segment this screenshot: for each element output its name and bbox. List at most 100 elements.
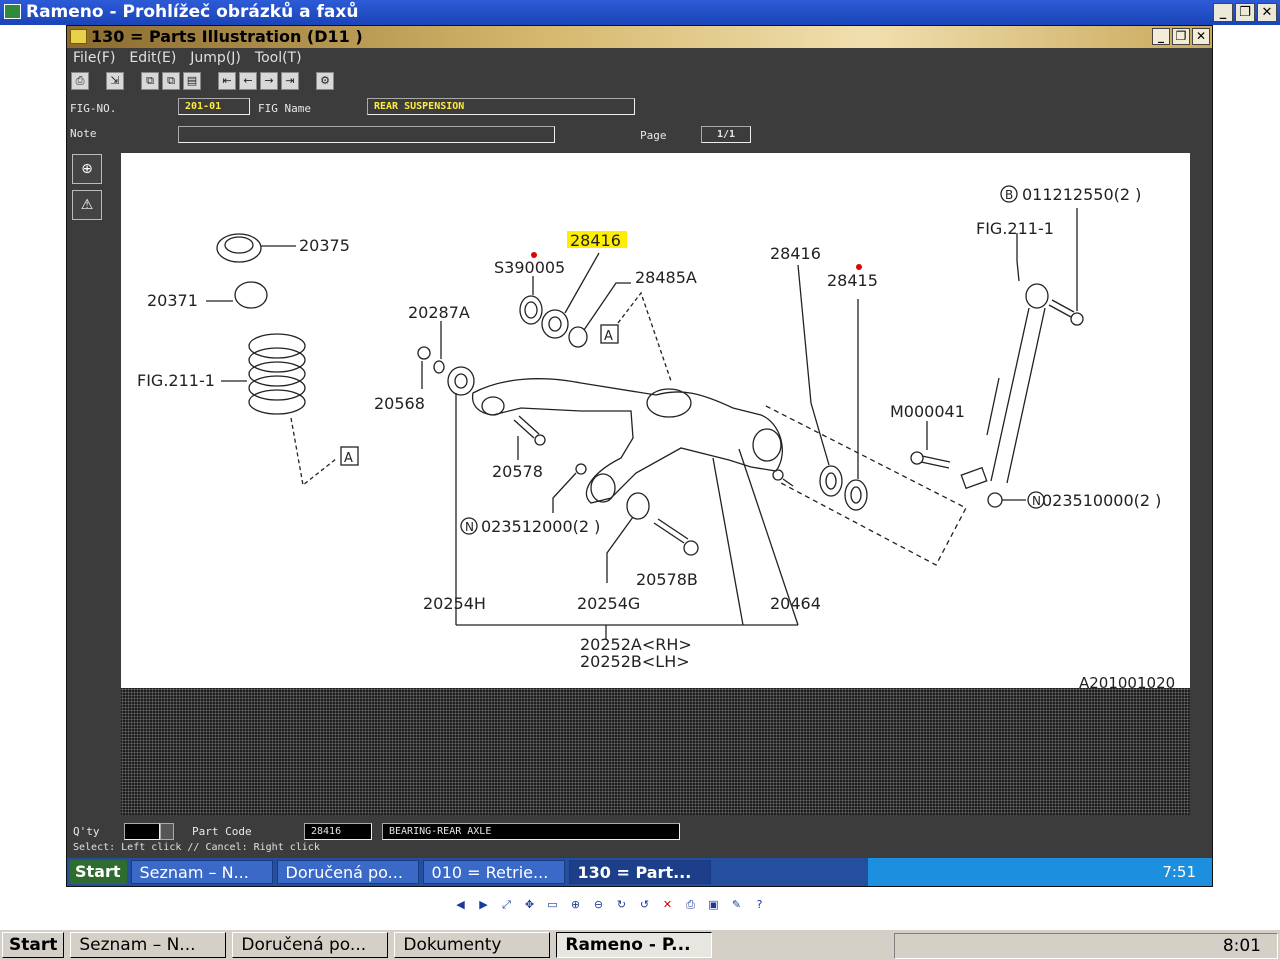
zoom-in-viewer-icon[interactable]: ⊕ (567, 896, 584, 913)
inner-start-button[interactable]: Start (69, 860, 127, 884)
menu-file[interactable]: File(F) (73, 48, 115, 68)
collar-28485a[interactable] (568, 282, 631, 348)
label-20254h[interactable]: 20254H (423, 594, 486, 613)
task-rameno[interactable]: Rameno - P... (556, 932, 713, 958)
label-023512000[interactable]: 023512000(2 ) (481, 517, 600, 536)
close-button[interactable]: ✕ (1257, 3, 1277, 22)
image-viewer-icon (4, 4, 21, 19)
label-023510000[interactable]: 023510000(2 ) (1042, 491, 1161, 510)
system-tray: 8:01 (894, 933, 1278, 959)
page-field: 1/1 (701, 126, 751, 143)
spring-seat-part[interactable] (216, 233, 296, 263)
nut-023512000[interactable] (552, 463, 587, 513)
task-seznam[interactable]: Seznam – N... (70, 932, 227, 958)
label-20371[interactable]: 20371 (147, 291, 198, 310)
washer-20287a[interactable] (433, 321, 445, 374)
label-m000041[interactable]: M000041 (890, 402, 965, 421)
task-dokumenty[interactable]: Dokumenty (394, 932, 551, 958)
start-button[interactable]: Start (2, 932, 65, 958)
label-20375[interactable]: 20375 (299, 236, 350, 255)
print-icon[interactable]: ⎙ (71, 72, 89, 90)
label-28415[interactable]: 28415 (827, 271, 878, 290)
part-code-field: 28416 (304, 823, 372, 840)
first-page-icon[interactable]: ⇤ (218, 72, 236, 90)
edit-icon[interactable]: ✎ (728, 896, 745, 913)
bushing-20254h[interactable] (447, 366, 475, 625)
label-28485a[interactable]: 28485A (635, 268, 697, 287)
best-fit-icon[interactable]: ⤢ (498, 896, 515, 913)
nut-023510000[interactable] (987, 492, 1026, 508)
minimize-button[interactable]: _ (1213, 3, 1233, 22)
prev-image-icon[interactable]: ◀ (452, 896, 469, 913)
actual-size-icon[interactable]: ✥ (521, 896, 538, 913)
bearing-28415[interactable] (844, 299, 868, 511)
restore-button[interactable]: ❐ (1235, 3, 1255, 22)
zoom-out-viewer-icon[interactable]: ⊖ (590, 896, 607, 913)
label-fig211-left[interactable]: FIG.211-1 (137, 371, 215, 390)
label-20254g[interactable]: 20254G (577, 594, 640, 613)
inner-task-parts[interactable]: 130 = Part... (568, 860, 711, 884)
print-viewer-icon[interactable]: ⎙ (682, 896, 699, 913)
label-fig211-right[interactable]: FIG.211-1 (976, 219, 1054, 238)
inner-task-seznam[interactable]: Seznam – N... (130, 860, 273, 884)
fig-name-field[interactable]: REAR SUSPENSION (367, 98, 635, 115)
next-page-icon[interactable]: → (260, 72, 278, 90)
help-icon[interactable]: ? (751, 896, 768, 913)
label-28416-right[interactable]: 28416 (770, 244, 821, 263)
clock: 8:01 (1222, 936, 1261, 956)
task-dorucena[interactable]: Doručená po... (232, 932, 389, 958)
coil-spring-part[interactable] (221, 333, 337, 487)
label-20578[interactable]: 20578 (492, 462, 543, 481)
inner-restore-button[interactable]: ❐ (1172, 28, 1190, 45)
menu-tool[interactable]: Tool(T) (255, 48, 302, 68)
bolt-20578b[interactable] (653, 518, 699, 556)
inner-taskbar: Start Seznam – N... Doručená po... 010 =… (67, 858, 1212, 886)
label-20464[interactable]: 20464 (770, 594, 821, 613)
fig-no-field[interactable]: 201-01 (178, 98, 250, 115)
inner-minimize-button[interactable]: _ (1152, 28, 1170, 45)
bolt-011212550[interactable] (1048, 208, 1084, 326)
label-011212550[interactable]: 011212550(2 ) (1022, 185, 1141, 204)
export-icon[interactable]: ⇲ (106, 72, 124, 90)
bearing-28416-right[interactable] (797, 264, 843, 497)
label-28416-highlighted[interactable]: 28416 (570, 231, 621, 250)
shock-absorber-part[interactable] (960, 233, 1049, 490)
qty-spinner[interactable] (160, 823, 174, 840)
copy-icon[interactable]: ⧉ (141, 72, 159, 90)
slideshow-icon[interactable]: ▭ (544, 896, 561, 913)
rotate-cw-icon[interactable]: ↻ (613, 896, 630, 913)
rotate-ccw-icon[interactable]: ↺ (636, 896, 653, 913)
next-image-icon[interactable]: ▶ (475, 896, 492, 913)
qty-field[interactable] (124, 823, 160, 840)
menu-edit[interactable]: Edit(E) (129, 48, 176, 68)
label-20252b[interactable]: 20252B<LH> (580, 652, 690, 671)
label-20568[interactable]: 20568 (374, 394, 425, 413)
copy-all-icon[interactable]: ⧉ (162, 72, 180, 90)
paste-icon[interactable]: ▤ (183, 72, 201, 90)
settings-icon[interactable]: ⚙ (316, 72, 334, 90)
delete-icon[interactable]: ✕ (659, 896, 676, 913)
label-20578b[interactable]: 20578B (636, 570, 698, 589)
washer-s390005[interactable] (519, 276, 543, 325)
parts-illustration[interactable]: A A B N N 20375 20371 FIG.211-1 28416 S3… (121, 153, 1190, 692)
inner-task-retrieve[interactable]: 010 = Retrie... (422, 860, 565, 884)
marker-dot-28415 (856, 264, 862, 270)
warning-icon[interactable]: ⚠ (72, 190, 102, 220)
menu-jump[interactable]: Jump(J) (190, 48, 241, 68)
note-field[interactable] (178, 126, 555, 143)
zoom-in-icon[interactable]: ⊕ (72, 154, 102, 184)
save-icon[interactable]: ▣ (705, 896, 722, 913)
inner-close-button[interactable]: ✕ (1192, 28, 1210, 45)
page-label: Page (640, 129, 667, 142)
nut-20568[interactable] (417, 346, 431, 389)
bolt-20578[interactable] (513, 415, 546, 460)
bolt-m000041[interactable] (910, 421, 951, 469)
label-20287a[interactable]: 20287A (408, 303, 470, 322)
qty-label: Q'ty (73, 825, 100, 838)
prev-page-icon[interactable]: ← (239, 72, 257, 90)
label-s390005[interactable]: S390005 (494, 258, 565, 277)
ref-n-label-right: N (1032, 494, 1041, 508)
inner-task-dorucena[interactable]: Doručená po... (276, 860, 419, 884)
bump-stop-part[interactable] (206, 281, 268, 309)
last-page-icon[interactable]: ⇥ (281, 72, 299, 90)
